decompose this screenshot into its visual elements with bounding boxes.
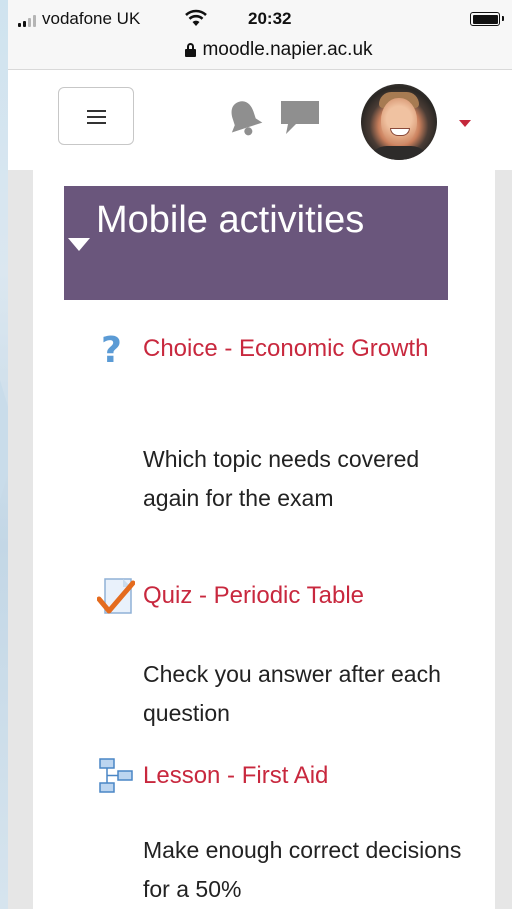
activity-link-choice[interactable]: Choice - Economic Growth: [143, 330, 443, 368]
choice-question-icon: ?: [101, 330, 122, 370]
collapse-toggle-icon[interactable]: [68, 238, 90, 251]
activity-description-choice: Which topic needs covered again for the …: [143, 446, 420, 511]
activity-description-lesson: Make enough correct decisions for a 50%: [143, 837, 462, 902]
lesson-flowchart-icon: [99, 758, 133, 793]
status-time: 20:32: [248, 9, 292, 28]
avatar-shirt: [367, 146, 431, 160]
status-bar: vodafone UK 20:32: [8, 0, 512, 36]
user-menu-caret-icon[interactable]: [459, 120, 471, 127]
hamburger-icon: [87, 110, 106, 124]
bell-icon[interactable]: [222, 96, 266, 140]
avatar-face: [381, 98, 417, 144]
section-title: Mobile activities: [96, 199, 365, 241]
section-header[interactable]: Mobile activities: [64, 186, 448, 300]
quiz-checkmark-icon: [97, 578, 135, 614]
menu-toggle-button[interactable]: [58, 87, 134, 145]
page-content: Mobile activities ? Choice - Economic Gr…: [8, 170, 512, 909]
svg-text:?: ?: [101, 330, 122, 370]
url-text: moodle.napier.ac.uk: [202, 39, 373, 60]
wifi-icon: [185, 9, 207, 26]
activity-link-quiz[interactable]: Quiz - Periodic Table: [143, 577, 443, 615]
user-avatar[interactable]: [361, 84, 437, 160]
carrier-name: vodafone UK: [42, 9, 141, 28]
signal-strength-icon: [18, 15, 36, 27]
activity-link-lesson[interactable]: Lesson - First Aid: [143, 757, 443, 795]
address-bar[interactable]: moodle.napier.ac.uk: [8, 36, 512, 70]
moodle-navbar: [8, 70, 512, 170]
course-section-card: Mobile activities ? Choice - Economic Gr…: [33, 170, 495, 909]
chat-bubble-icon[interactable]: [278, 98, 322, 138]
activity-description-quiz: Check you answer after each question: [143, 661, 441, 726]
battery-icon: [470, 12, 504, 26]
lock-icon: [185, 43, 197, 57]
